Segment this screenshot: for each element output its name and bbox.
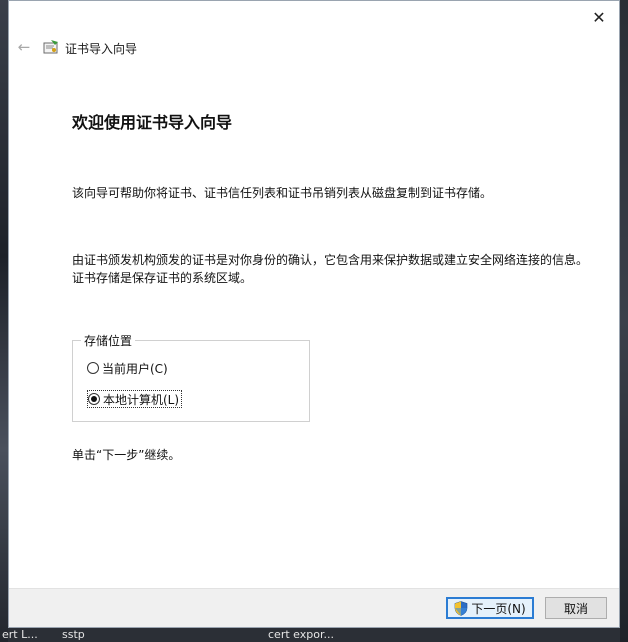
taskbar-item-sstp[interactable]: sstp xyxy=(62,628,85,642)
radio-current-user-indicator[interactable] xyxy=(87,362,99,374)
close-icon: ✕ xyxy=(592,7,606,27)
desktop-background-left xyxy=(0,0,8,642)
cancel-button-label: 取消 xyxy=(563,601,588,616)
next-button-label: 下一页(N) xyxy=(471,601,526,616)
taskbar-item-1[interactable]: ert L... xyxy=(2,628,38,642)
radio-current-user-label: 当前用户(C) xyxy=(102,361,168,376)
taskbar: ert L... sstp cert expor... xyxy=(0,628,628,642)
radio-local-machine-indicator[interactable] xyxy=(88,393,100,405)
description-text: 由证书颁发机构颁发的证书是对你身份的确认，它包含用来保护数据或建立安全网络连接的… xyxy=(72,253,589,285)
next-button[interactable]: 下一页(N) xyxy=(446,597,534,619)
uac-shield-icon xyxy=(455,600,468,616)
wizard-title: 证书导入向导 xyxy=(65,42,138,56)
store-location-group: 存储位置 当前用户(C) 本地计算机(L) xyxy=(72,332,310,422)
radio-current-user[interactable]: 当前用户(C) xyxy=(87,359,168,377)
back-button[interactable]: ← xyxy=(15,37,33,57)
cancel-button[interactable]: 取消 xyxy=(545,597,607,619)
radio-local-machine-label: 本地计算机(L) xyxy=(103,392,180,407)
taskbar-item-cert-export[interactable]: cert expor... xyxy=(268,628,334,642)
back-arrow-icon: ← xyxy=(17,38,31,56)
store-location-legend: 存储位置 xyxy=(81,332,136,349)
desktop-background-right xyxy=(620,0,628,642)
close-button[interactable]: ✕ xyxy=(585,5,613,29)
radio-local-machine[interactable]: 本地计算机(L) xyxy=(87,390,183,408)
continue-hint: 单击“下一步”继续。 xyxy=(72,448,181,462)
dialog-footer: 下一页(N) 取消 xyxy=(9,588,619,627)
wizard-nav-row: ← 证书导入向导 xyxy=(9,37,619,59)
certificate-wizard-icon xyxy=(43,40,58,54)
intro-text: 该向导可帮助你将证书、证书信任列表和证书吊销列表从磁盘复制到证书存储。 xyxy=(72,186,493,200)
page-heading: 欢迎使用证书导入向导 xyxy=(72,113,233,132)
certificate-import-wizard-dialog: ✕ ← 证书导入向导 欢迎使用证书导入向导 该向导可帮助你将证书、证书信任列表和… xyxy=(8,0,620,628)
